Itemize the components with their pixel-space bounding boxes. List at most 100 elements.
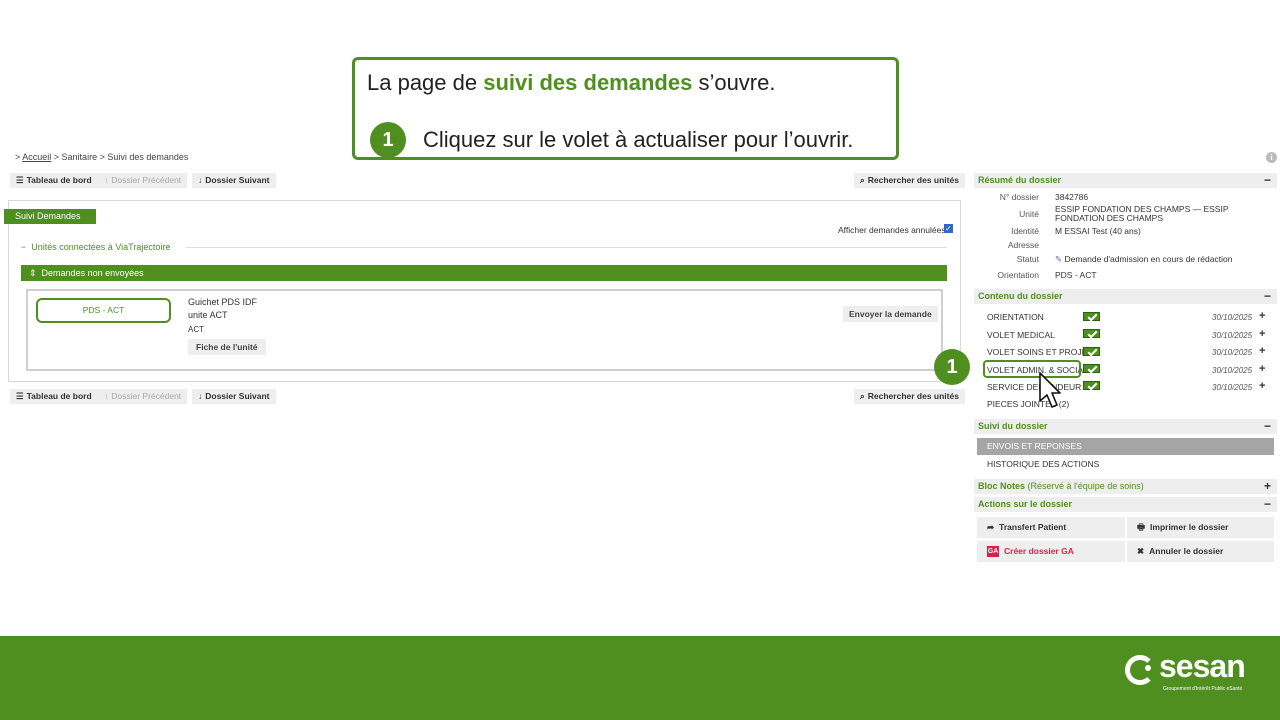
summary-label: Orientation bbox=[997, 270, 1039, 280]
summary-title: Résumé du dossier bbox=[978, 175, 1062, 185]
search-units-label: Rechercher des unités bbox=[867, 175, 959, 185]
callout-highlight: suivi des demandes bbox=[483, 70, 693, 95]
search-units-label: Rechercher des unités bbox=[867, 391, 959, 401]
ga-icon: GA bbox=[987, 546, 999, 558]
printer-icon: 🖶 bbox=[1137, 522, 1146, 532]
print-label: Imprimer le dossier bbox=[1150, 522, 1229, 532]
collapse-icon[interactable]: − bbox=[1264, 289, 1271, 304]
dashboard-label: Tableau de bord bbox=[26, 391, 92, 401]
summary-section-header[interactable]: Résumé du dossier − bbox=[974, 173, 1277, 188]
arrow-down-icon: ↓ bbox=[198, 391, 203, 401]
prev-dossier-button-bottom[interactable]: ↑ Dossier Précédent bbox=[98, 389, 188, 404]
tutorial-callout: La page de suivi des demandes s’ouvre. 1… bbox=[352, 57, 899, 160]
history-item[interactable]: HISTORIQUE DES ACTIONS bbox=[987, 459, 1099, 469]
collapse-icon[interactable]: − bbox=[1264, 497, 1271, 512]
callout-suffix: s’ouvre. bbox=[692, 70, 776, 95]
completed-check-icon bbox=[1083, 381, 1100, 390]
content-item-service-demandeur[interactable]: SERVICE DEMANDEUR bbox=[987, 382, 1081, 392]
mouse-pointer-icon bbox=[1039, 372, 1061, 408]
expand-icon[interactable]: + bbox=[1264, 479, 1271, 494]
summary-value: M ESSAI Test (40 ans) bbox=[1055, 226, 1141, 236]
add-icon[interactable]: + bbox=[1259, 363, 1265, 375]
breadcrumb-sep: > bbox=[97, 152, 108, 162]
unit-tag[interactable]: PDS - ACT bbox=[36, 298, 171, 323]
envois-reponses-item[interactable]: ENVOIS ET REPONSES bbox=[977, 438, 1274, 455]
arrow-up-icon: ↑ bbox=[104, 391, 109, 401]
create-ga-label: Créer dossier GA bbox=[1004, 546, 1074, 556]
content-section-header[interactable]: Contenu du dossier − bbox=[974, 289, 1277, 304]
cancel-dossier-button[interactable]: ✖ Annuler le dossier bbox=[1127, 541, 1274, 562]
breadcrumb-home-link[interactable]: Accueil bbox=[22, 152, 51, 162]
transfer-patient-button[interactable]: ➦ Transfert Patient bbox=[977, 517, 1125, 538]
add-icon[interactable]: + bbox=[1259, 328, 1265, 340]
content-item-date: 30/10/2025 bbox=[1212, 383, 1253, 392]
summary-label: Identité bbox=[1011, 226, 1039, 236]
prev-dossier-button[interactable]: ↑ Dossier Précédent bbox=[98, 173, 188, 188]
send-request-button[interactable]: Envoyer la demande bbox=[843, 306, 938, 322]
actions-title: Actions sur le dossier bbox=[978, 499, 1073, 509]
print-dossier-button[interactable]: 🖶 Imprimer le dossier bbox=[1127, 517, 1274, 538]
expand-collapse-icon: ⇕ bbox=[29, 268, 42, 278]
content-item-orientation[interactable]: ORIENTATION bbox=[987, 312, 1044, 322]
next-dossier-button-bottom[interactable]: ↓ Dossier Suivant bbox=[192, 389, 276, 404]
breadcrumb-current: Suivi des demandes bbox=[107, 152, 189, 162]
content-item-date: 30/10/2025 bbox=[1212, 331, 1253, 340]
transfer-label: Transfert Patient bbox=[999, 522, 1067, 532]
add-icon[interactable]: + bbox=[1259, 345, 1265, 357]
content-item-volet-medical[interactable]: VOLET MEDICAL bbox=[987, 330, 1055, 340]
prev-dossier-label: Dossier Précédent bbox=[111, 391, 182, 401]
actions-section-header[interactable]: Actions sur le dossier − bbox=[974, 497, 1277, 512]
notes-title: Bloc Notes bbox=[978, 481, 1026, 491]
content-item-volet-soins[interactable]: VOLET SOINS ET PROJET bbox=[987, 347, 1093, 357]
tab-suivi-demandes[interactable]: Suivi Demandes bbox=[4, 209, 96, 224]
logo-word: sesan bbox=[1159, 648, 1246, 684]
add-icon[interactable]: + bbox=[1259, 310, 1265, 322]
step-badge: 1 bbox=[934, 349, 970, 385]
search-icon: ⌕ bbox=[860, 391, 865, 401]
not-sent-label: Demandes non envoyées bbox=[41, 268, 144, 278]
summary-label: Statut bbox=[1016, 254, 1039, 264]
arrow-up-icon: ↑ bbox=[104, 175, 109, 185]
connected-units-label: Unités connectées à ViaTrajectoire bbox=[31, 242, 171, 252]
next-dossier-label: Dossier Suivant bbox=[205, 175, 270, 185]
list-icon: ☰ bbox=[16, 175, 24, 185]
summary-status: ✎ Demande d'admission en cours de rédact… bbox=[1055, 254, 1232, 265]
info-icon[interactable]: i bbox=[1266, 152, 1277, 163]
callout-line1: La page de suivi des demandes s’ouvre. bbox=[367, 70, 775, 96]
show-cancelled-checkbox[interactable]: ✓ bbox=[944, 224, 953, 233]
followup-title: Suivi du dossier bbox=[978, 421, 1048, 431]
collapse-icon: − bbox=[21, 242, 32, 252]
dashboard-button-bottom[interactable]: ☰ Tableau de bord bbox=[10, 389, 98, 404]
summary-label: Adresse bbox=[1007, 240, 1039, 250]
summary-value: PDS - ACT bbox=[1055, 270, 1097, 280]
breadcrumb-sep: > bbox=[51, 152, 62, 162]
completed-check-icon bbox=[1083, 364, 1100, 373]
summary-label: Unité bbox=[1019, 209, 1039, 219]
content-title: Contenu du dossier bbox=[978, 291, 1063, 301]
completed-check-icon bbox=[1083, 347, 1100, 356]
callout-step-badge: 1 bbox=[370, 122, 406, 158]
not-sent-section-header[interactable]: ⇕ Demandes non envoyées bbox=[21, 265, 947, 281]
callout-prefix: La page de bbox=[367, 70, 484, 95]
next-dossier-button[interactable]: ↓ Dossier Suivant bbox=[192, 173, 276, 188]
add-icon[interactable]: + bbox=[1259, 380, 1265, 392]
collapse-icon[interactable]: − bbox=[1264, 419, 1271, 434]
footer-band bbox=[0, 636, 1280, 720]
unit-type: ACT bbox=[188, 325, 204, 334]
notes-section-header[interactable]: Bloc Notes (Réservé à l'équipe de soins)… bbox=[974, 479, 1277, 494]
cancel-label: Annuler le dossier bbox=[1149, 546, 1224, 556]
search-units-button-bottom[interactable]: ⌕ Rechercher des unités bbox=[854, 389, 965, 404]
unit-sheet-button[interactable]: Fiche de l'unité bbox=[188, 339, 266, 355]
summary-value: ESSIP FONDATION DES CHAMPS — ESSIP FONDA… bbox=[1055, 204, 1229, 223]
notes-subtitle: (Réservé à l'équipe de soins) bbox=[1025, 481, 1144, 491]
collapse-icon[interactable]: − bbox=[1264, 173, 1271, 188]
volet-admin-highlight bbox=[983, 360, 1081, 378]
dashboard-button[interactable]: ☰ Tableau de bord bbox=[10, 173, 98, 188]
share-arrow-icon: ➦ bbox=[987, 522, 995, 532]
followup-section-header[interactable]: Suivi du dossier − bbox=[974, 419, 1277, 434]
search-units-button[interactable]: ⌕ Rechercher des unités bbox=[854, 173, 965, 188]
summary-value: 3842786 bbox=[1055, 192, 1089, 202]
connected-units-toggle[interactable]: − Unités connectées à ViaTrajectoire bbox=[21, 242, 170, 252]
create-ga-button[interactable]: GA Créer dossier GA bbox=[977, 541, 1125, 562]
logo-subtitle: Groupement d'Intérêt Public eSanté bbox=[1163, 686, 1243, 692]
